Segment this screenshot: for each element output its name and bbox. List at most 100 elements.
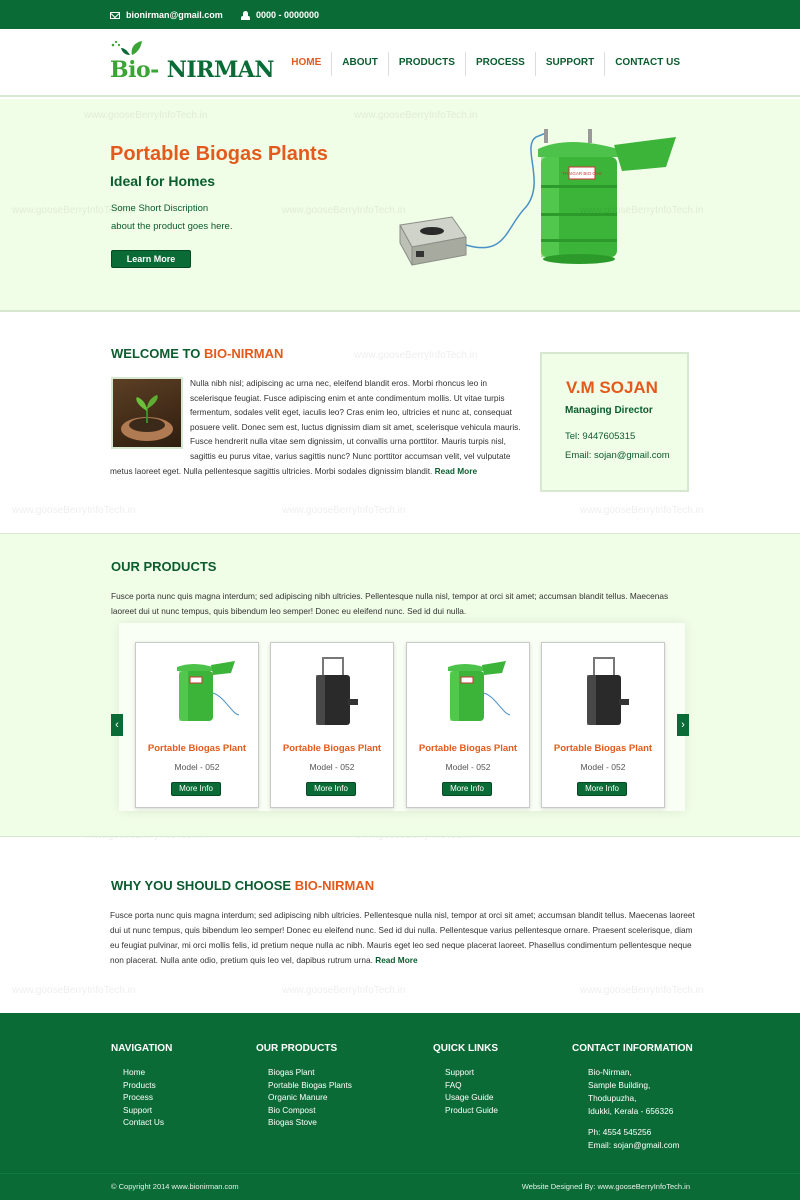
hero-description: Some Short Discription about the product… <box>111 203 233 232</box>
top-phone-text: 0000 - 0000000 <box>256 10 320 20</box>
gas-stove-icon <box>399 216 467 266</box>
why-read-more-link[interactable]: Read More <box>375 955 417 965</box>
copyright-bar: © Copyright 2014 www.bionirman.com Websi… <box>0 1173 800 1200</box>
product-card[interactable]: Portable Biogas Plant Model - 052 More I… <box>541 642 665 808</box>
footer-email[interactable]: Email: sojan@gmail.com <box>588 1139 693 1152</box>
phone-icon <box>241 10 250 20</box>
product-card[interactable]: Portable Biogas Plant Model - 052 More I… <box>406 642 530 808</box>
footer-quick-links-title: QUICK LINKS <box>433 1043 498 1054</box>
address-line: Thodupuzha, <box>588 1093 637 1103</box>
hero-subtitle: Ideal for Homes <box>110 173 216 189</box>
why-text: Fusce porta nunc quis magna interdum; se… <box>110 910 695 965</box>
welcome-title: WELCOME TO BIO-NIRMAN <box>111 346 284 361</box>
biogas-plant-image: THAIGAR BIO GAS <box>399 129 676 266</box>
director-contact-card: V.M SOJAN Managing Director Tel: 9447605… <box>540 352 689 492</box>
footer-products: OUR PRODUCTS Biogas Plant Portable Bioga… <box>256 1043 352 1129</box>
footer-link[interactable]: Biogas Stove <box>268 1116 352 1129</box>
nav-home[interactable]: HOME <box>281 52 331 76</box>
logo-text: Bio- NIRMAN <box>110 57 274 83</box>
black-biogas-tank-icon <box>587 657 629 725</box>
footer-link[interactable]: Usage Guide <box>445 1091 498 1104</box>
footer-navigation-title: NAVIGATION <box>111 1043 173 1054</box>
site-footer: NAVIGATION Home Products Process Support… <box>0 1013 800 1173</box>
site-logo[interactable]: Bio- NIRMAN <box>110 40 274 83</box>
more-info-button[interactable]: More Info <box>306 782 356 796</box>
product-name: Portable Biogas Plant <box>553 743 653 754</box>
footer-quick-links: QUICK LINKS Support FAQ Usage Guide Prod… <box>433 1043 498 1116</box>
carousel-next-button[interactable]: › <box>677 714 689 736</box>
top-bar: bionirman@gmail.com 0000 - 0000000 <box>0 0 800 29</box>
footer-phone: Ph: 4554 545256 <box>588 1127 652 1137</box>
copyright-text: © Copyright 2014 www.bionirman.com <box>111 1182 239 1191</box>
footer-link[interactable]: Products <box>123 1079 172 1092</box>
footer-link[interactable]: Contact Us <box>123 1116 172 1129</box>
footer-link[interactable]: Biogas Plant <box>268 1066 352 1079</box>
green-biogas-tank-icon <box>448 661 511 721</box>
product-name: Portable Biogas Plant <box>418 743 518 754</box>
footer-products-title: OUR PRODUCTS <box>256 1043 338 1054</box>
product-name: Portable Biogas Plant <box>147 743 247 754</box>
products-section: OUR PRODUCTS Fusce porta nunc quis magna… <box>0 533 800 837</box>
product-card[interactable]: Portable Biogas Plant Model - 052 More I… <box>270 642 394 808</box>
why-title: WHY YOU SHOULD CHOOSE BIO-NIRMAN <box>111 878 375 893</box>
watermark: www.gooseBerryInfoTech.in <box>12 985 136 996</box>
main-nav: HOME ABOUT PRODUCTS PROCESS SUPPORT CONT… <box>281 52 690 76</box>
watermark: www.gooseBerryInfoTech.in <box>282 985 406 996</box>
nav-support[interactable]: SUPPORT <box>534 52 604 76</box>
watermark: www.gooseBerryInfoTech.in <box>580 985 704 996</box>
footer-link[interactable]: Bio Compost <box>268 1104 352 1117</box>
watermark: www.gooseBerryInfoTech.in <box>12 505 136 516</box>
footer-link[interactable]: Organic Manure <box>268 1091 352 1104</box>
director-tel: Tel: 9447605315 <box>565 431 636 442</box>
svg-text:THAIGAR BIO GAS: THAIGAR BIO GAS <box>562 171 602 176</box>
leaf-icon <box>111 40 142 55</box>
products-title: OUR PRODUCTS <box>111 559 217 574</box>
envelope-icon <box>110 11 120 19</box>
watermark: www.gooseBerryInfoTech.in <box>354 350 478 361</box>
footer-link[interactable]: FAQ <box>445 1079 498 1092</box>
hero-title: Portable Biogas Plants <box>110 143 328 165</box>
biogas-tank-icon: THAIGAR BIO GAS <box>538 129 676 264</box>
product-model: Model - 052 <box>309 762 355 772</box>
top-email[interactable]: bionirman@gmail.com <box>110 10 223 20</box>
product-card[interactable]: Portable Biogas Plant Model - 052 More I… <box>135 642 259 808</box>
product-name: Portable Biogas Plant <box>282 743 382 754</box>
product-model: Model - 052 <box>580 762 626 772</box>
director-email[interactable]: Email: sojan@gmail.com <box>565 450 670 461</box>
watermark: www.gooseBerryInfoTech.in <box>282 505 406 516</box>
nav-about[interactable]: ABOUT <box>331 52 388 76</box>
footer-contact: CONTACT INFORMATION Bio-Nirman, Sample B… <box>572 1043 693 1152</box>
more-info-button[interactable]: More Info <box>442 782 492 796</box>
footer-navigation: NAVIGATION Home Products Process Support… <box>111 1043 172 1129</box>
carousel-prev-button[interactable]: ‹ <box>111 714 123 736</box>
footer-link[interactable]: Support <box>445 1066 498 1079</box>
nav-process[interactable]: PROCESS <box>464 52 535 76</box>
top-email-text: bionirman@gmail.com <box>126 10 223 20</box>
watermark: www.gooseBerryInfoTech.in <box>580 505 704 516</box>
director-role: Managing Director <box>565 405 653 416</box>
nav-contact-us[interactable]: CONTACT US <box>604 52 690 76</box>
nav-products[interactable]: PRODUCTS <box>387 52 465 76</box>
green-biogas-tank-icon <box>177 661 240 721</box>
footer-link[interactable]: Home <box>123 1066 172 1079</box>
address-line: Sample Building, <box>588 1080 651 1090</box>
footer-link[interactable]: Process <box>123 1091 172 1104</box>
product-model: Model - 052 <box>174 762 220 772</box>
footer-link[interactable]: Support <box>123 1104 172 1117</box>
seedling-hands-image <box>111 377 183 449</box>
site-header: Bio- NIRMAN HOME ABOUT PRODUCTS PROCESS S… <box>0 29 800 97</box>
more-info-button[interactable]: More Info <box>577 782 627 796</box>
top-phone: 0000 - 0000000 <box>241 10 319 20</box>
welcome-read-more-link[interactable]: Read More <box>435 466 477 476</box>
black-biogas-tank-icon <box>316 657 358 725</box>
footer-link[interactable]: Product Guide <box>445 1104 498 1117</box>
footer-link[interactable]: Portable Biogas Plants <box>268 1079 352 1092</box>
designer-credit-link[interactable]: Website Designed By: www.gooseBerryInfoT… <box>522 1182 690 1191</box>
more-info-button[interactable]: More Info <box>171 782 221 796</box>
product-model: Model - 052 <box>445 762 491 772</box>
learn-more-button[interactable]: Learn More <box>111 250 191 268</box>
address-line: Bio-Nirman, <box>588 1067 632 1077</box>
hero-banner: Portable Biogas Plants Ideal for Homes S… <box>0 99 800 312</box>
director-name: V.M SOJAN <box>566 378 658 397</box>
products-description: Fusce porta nunc quis magna interdum; se… <box>111 591 669 616</box>
